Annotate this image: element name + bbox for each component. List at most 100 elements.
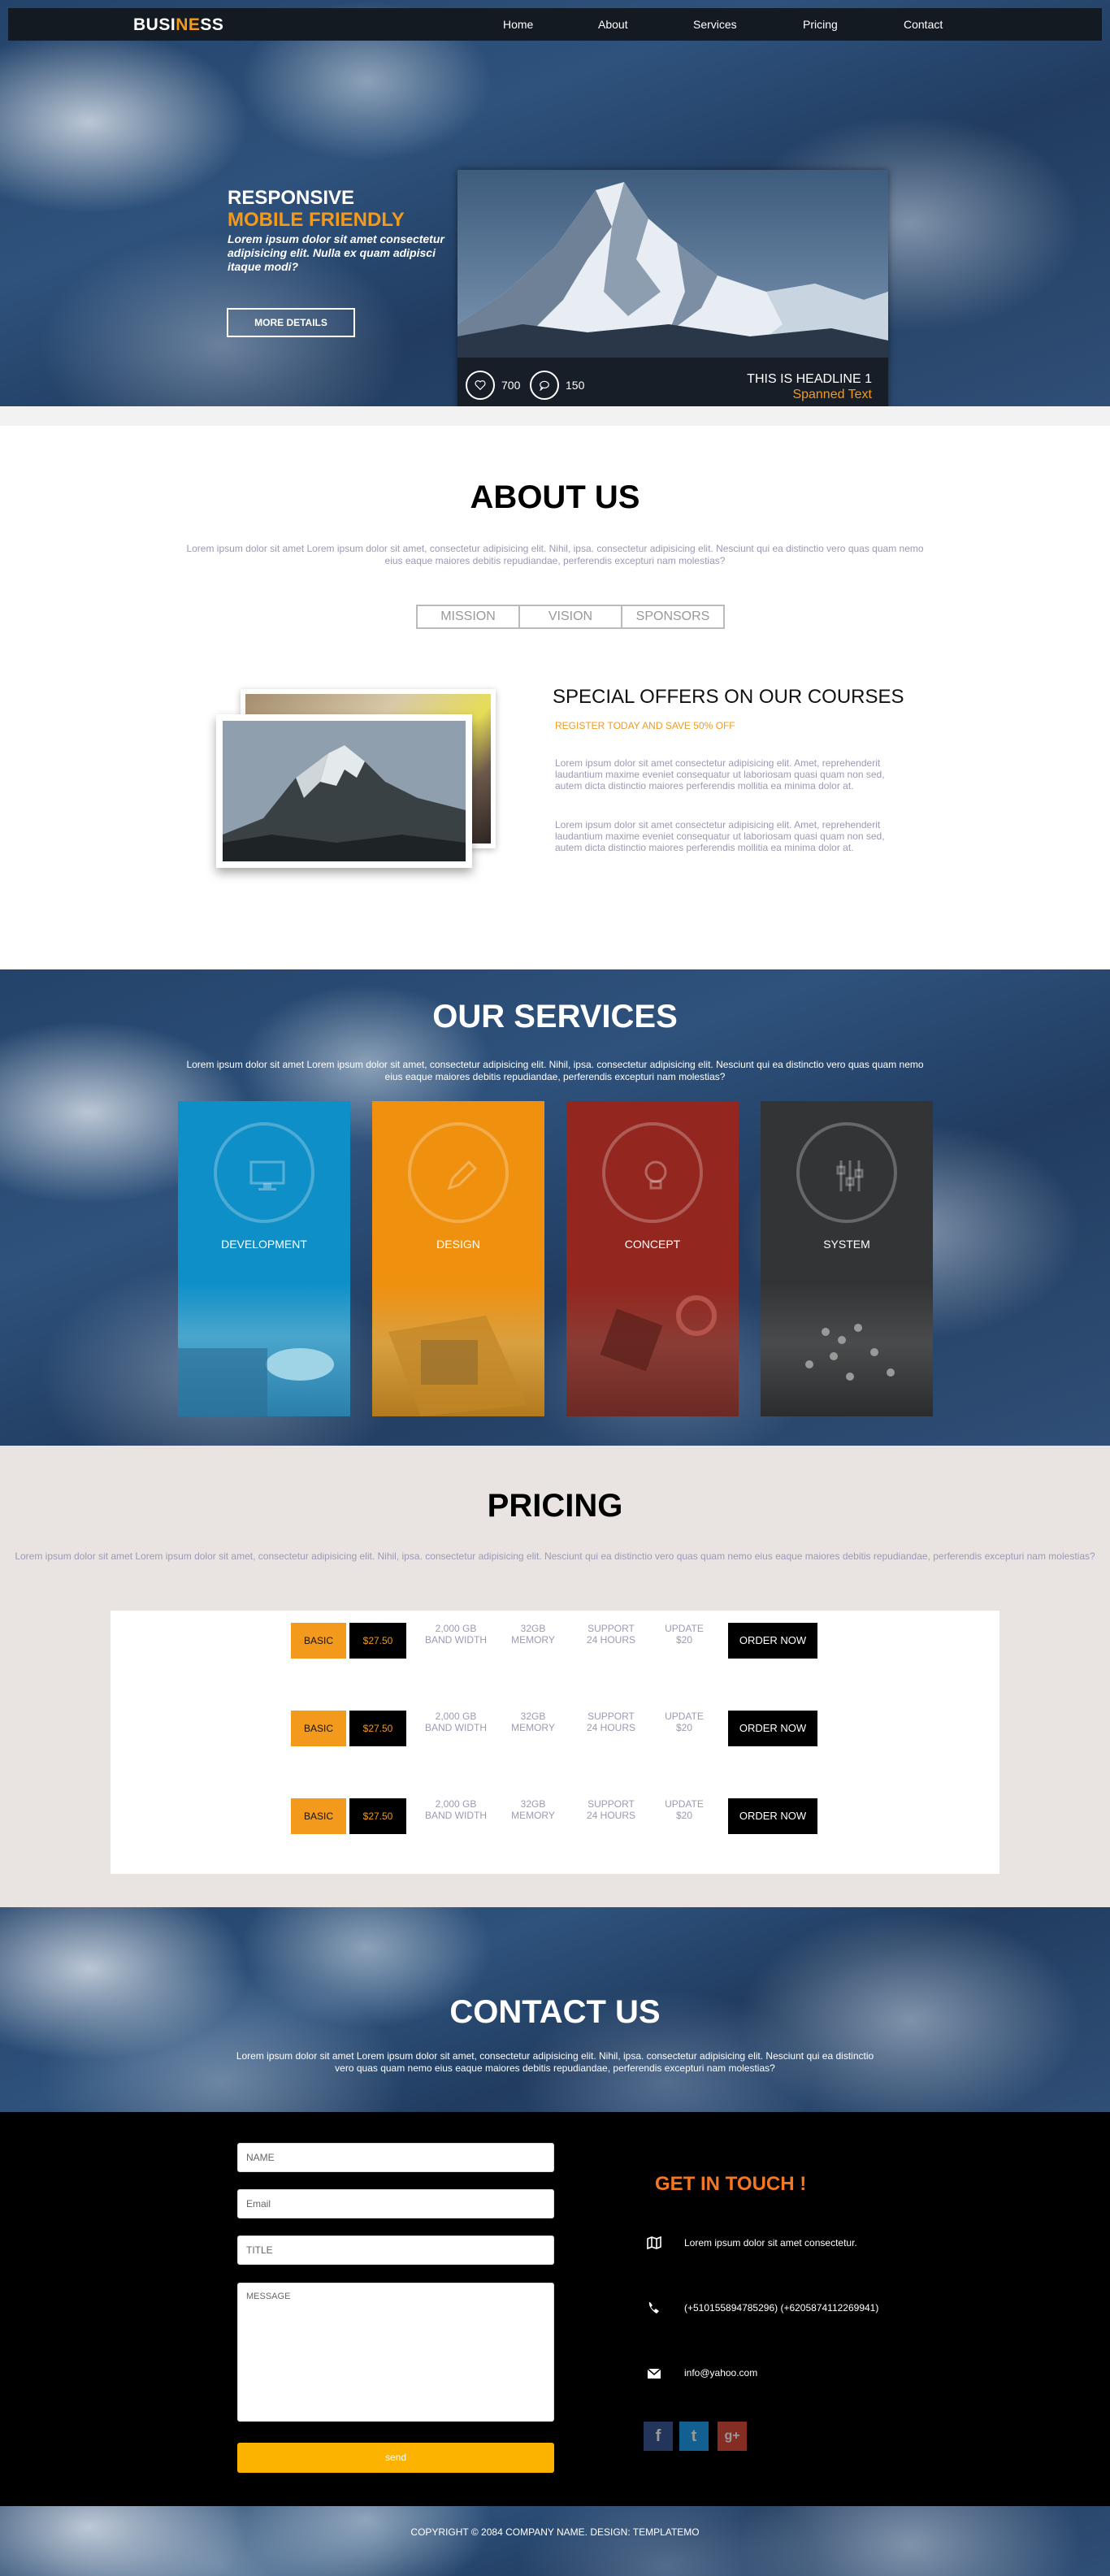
hero-section: BUSINESS Home About Services Pricing Con… — [0, 0, 1110, 406]
plan-bandwidth: 2,000 GB BAND WIDTH — [425, 1623, 487, 1646]
about-description: Lorem ipsum dolor sit amet Lorem ipsum d… — [186, 543, 924, 566]
plan-bandwidth: 2,000 GB BAND WIDTH — [425, 1711, 487, 1733]
comment-icon — [540, 380, 549, 391]
service-label: DEVELOPMENT — [221, 1238, 307, 1251]
more-details-button[interactable]: MORE DETAILS — [227, 308, 355, 337]
hero-slider-card: 700 150 THIS IS HEADLINE 1 Spanned Text — [457, 170, 888, 406]
tab-mission[interactable]: MISSION — [416, 605, 520, 629]
plan-update: UPDATE $20 — [665, 1798, 704, 1821]
message-field[interactable] — [237, 2283, 554, 2422]
hero-card-footer: 700 150 THIS IS HEADLINE 1 Spanned Text — [457, 358, 888, 406]
plan-support: SUPPORT 24 HOURS — [586, 1623, 636, 1646]
title-field[interactable] — [237, 2236, 554, 2265]
plan-update: UPDATE $20 — [665, 1711, 704, 1733]
like-button[interactable] — [466, 371, 495, 400]
name-field[interactable] — [237, 2143, 554, 2172]
plan-bandwidth: 2,000 GB BAND WIDTH — [425, 1798, 487, 1821]
offer-subtitle: REGISTER TODAY AND SAVE 50% OFF — [555, 720, 735, 731]
service-label: SYSTEM — [823, 1238, 870, 1251]
logo-text-accent: NE — [176, 15, 201, 34]
service-card-concept[interactable]: CONCEPT — [566, 1101, 739, 1416]
map-icon — [647, 2236, 661, 2249]
contact-section: CONTACT US Lorem ipsum dolor sit amet Lo… — [0, 1907, 1110, 2112]
section-divider — [0, 406, 1110, 426]
sliders-icon — [836, 1160, 864, 1191]
nav-about[interactable]: About — [598, 18, 628, 31]
about-title: ABOUT US — [470, 479, 640, 515]
nav-home[interactable]: Home — [503, 18, 533, 31]
service-card-system[interactable]: SYSTEM — [761, 1101, 933, 1416]
service-photo — [761, 1283, 933, 1416]
services-section: OUR SERVICES Lorem ipsum dolor sit amet … — [0, 969, 1110, 1446]
service-card-development[interactable]: DEVELOPMENT — [178, 1101, 350, 1416]
slide-subtext: Spanned Text — [792, 388, 872, 401]
tab-vision[interactable]: VISION — [518, 605, 622, 629]
contact-description: Lorem ipsum dolor sit amet Lorem ipsum d… — [236, 2050, 874, 2074]
send-button[interactable]: send — [237, 2443, 554, 2473]
plan-price: $27.50 — [349, 1798, 406, 1834]
mountain-image — [457, 170, 888, 358]
get-in-touch-heading: GET IN TOUCH ! — [655, 2173, 807, 2195]
navbar: BUSINESS Home About Services Pricing Con… — [8, 8, 1102, 41]
service-label: CONCEPT — [624, 1238, 681, 1251]
phone-icon — [648, 2302, 659, 2314]
plan-support: SUPPORT 24 HOURS — [586, 1711, 636, 1733]
comment-button[interactable] — [530, 371, 559, 400]
service-photo — [178, 1283, 350, 1416]
services-description: Lorem ipsum dolor sit amet Lorem ipsum d… — [186, 1059, 924, 1082]
contact-email: info@yahoo.com — [684, 2367, 758, 2379]
contact-address: Lorem ipsum dolor sit amet consectetur. — [684, 2237, 857, 2249]
contact-title: CONTACT US — [449, 1994, 661, 2030]
service-photo — [566, 1283, 739, 1416]
pencil-icon — [447, 1160, 478, 1190]
nav-services[interactable]: Services — [693, 18, 737, 31]
copyright-text: COPYRIGHT © 2084 COMPANY NAME. DESIGN: T… — [410, 2526, 700, 2538]
lightbulb-icon — [644, 1160, 667, 1190]
plan-memory: 32GB MEMORY — [511, 1623, 555, 1646]
plan-name: BASIC — [291, 1798, 346, 1834]
order-now-button[interactable]: ORDER NOW — [728, 1798, 817, 1834]
twitter-icon[interactable]: t — [679, 2422, 709, 2451]
nav-pricing[interactable]: Pricing — [803, 18, 838, 31]
monitor-icon — [249, 1160, 285, 1190]
footer: COPYRIGHT © 2084 COMPANY NAME. DESIGN: T… — [0, 2506, 1110, 2576]
plan-price: $27.50 — [349, 1711, 406, 1746]
google-plus-icon[interactable]: g+ — [718, 2422, 747, 2451]
logo-text-2: SS — [200, 15, 224, 34]
hero-text-block: RESPONSIVE MOBILE FRIENDLY Lorem ipsum d… — [228, 187, 463, 274]
mountain-photo — [216, 714, 472, 868]
like-count: 700 — [501, 379, 521, 392]
pricing-section: PRICING Lorem ipsum dolor sit amet Lorem… — [0, 1446, 1110, 1907]
service-photo — [372, 1283, 544, 1416]
order-now-button[interactable]: ORDER NOW — [728, 1623, 817, 1659]
nav-contact[interactable]: Contact — [904, 18, 943, 31]
email-field[interactable] — [237, 2189, 554, 2218]
plan-memory: 32GB MEMORY — [511, 1798, 555, 1821]
hero-paragraph: Lorem ipsum dolor sit amet consectetur a… — [228, 232, 444, 273]
slide-headline: THIS IS HEADLINE 1 — [747, 372, 872, 386]
plan-support: SUPPORT 24 HOURS — [586, 1798, 636, 1821]
pricing-description: Lorem ipsum dolor sit amet Lorem ipsum d… — [15, 1550, 1095, 1562]
plan-name: BASIC — [291, 1623, 346, 1659]
order-now-button[interactable]: ORDER NOW — [728, 1711, 817, 1746]
hero-heading-line2: MOBILE FRIENDLY — [228, 209, 405, 231]
contact-form-area: send GET IN TOUCH ! Lorem ipsum dolor si… — [0, 2112, 1110, 2506]
logo[interactable]: BUSINESS — [133, 15, 223, 35]
offer-title: SPECIAL OFFERS ON OUR COURSES — [553, 686, 904, 708]
plan-memory: 32GB MEMORY — [511, 1711, 555, 1733]
envelope-icon — [647, 2368, 661, 2379]
service-card-design[interactable]: DESIGN — [372, 1101, 544, 1416]
heart-icon — [475, 380, 486, 391]
contact-phone: (+510155894785296) (+6205874112269941) — [684, 2302, 879, 2314]
hero-heading-line1: RESPONSIVE — [228, 187, 355, 209]
logo-text-1: BUSI — [133, 15, 176, 34]
facebook-icon[interactable]: f — [644, 2422, 673, 2451]
pricing-table: BASIC $27.50 2,000 GB BAND WIDTH 32GB MEMO… — [111, 1611, 999, 1874]
pricing-title: PRICING — [487, 1488, 623, 1524]
offer-paragraph-1: Lorem ipsum dolor sit amet consectetur a… — [555, 757, 885, 791]
plan-name: BASIC — [291, 1711, 346, 1746]
service-label: DESIGN — [436, 1238, 480, 1251]
services-title: OUR SERVICES — [432, 999, 678, 1034]
tab-sponsors[interactable]: SPONSORS — [621, 605, 725, 629]
plan-price: $27.50 — [349, 1623, 406, 1659]
